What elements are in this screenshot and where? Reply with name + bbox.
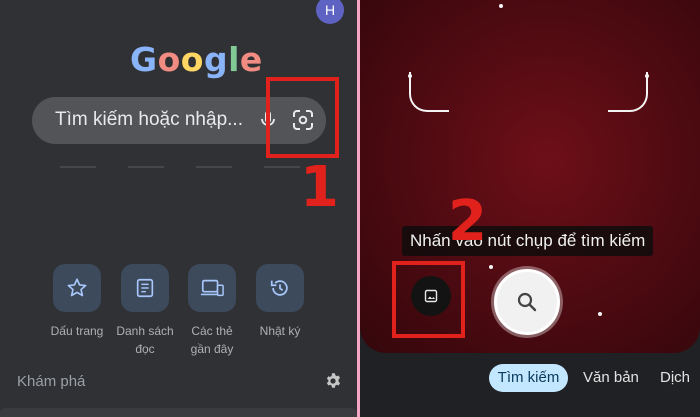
history-icon xyxy=(256,264,304,312)
sparkle-dot xyxy=(489,265,493,269)
annotation-box-2 xyxy=(392,261,465,338)
logo-letter: l xyxy=(228,40,240,79)
viewfinder-corner xyxy=(608,72,648,112)
capture-hint: Nhấn vào nút chụp để tìm kiếm xyxy=(402,226,654,256)
annotation-number-2: 2 xyxy=(448,189,487,254)
shortcut-label: Dấu trang xyxy=(50,324,104,338)
logo-letter: G xyxy=(130,40,158,79)
discover-card xyxy=(0,408,357,417)
search-placeholder: Tìm kiếm hoặc nhập... xyxy=(55,109,243,130)
shutter-search-button[interactable] xyxy=(494,269,560,335)
tab-translate[interactable]: Dịch xyxy=(660,364,690,392)
shortcut-label: Nhật ký xyxy=(259,324,301,338)
google-logo: Google xyxy=(130,40,263,79)
google-lens-panel: Nhấn vào nút chụp để tìm kiếm Tìm kiếm V… xyxy=(360,0,700,417)
sparkle-dot xyxy=(408,74,412,78)
shortcut-reading-list[interactable]: Danh sách đọc xyxy=(115,264,175,358)
shortcut-label: Danh sách đọc xyxy=(116,324,174,356)
sparkle-dot xyxy=(499,4,503,8)
annotation-box-1 xyxy=(266,77,339,158)
devices-icon xyxy=(188,264,236,312)
chrome-new-tab-panel: H Google Tìm kiếm hoặc nhập... Dấu trang xyxy=(0,0,357,417)
shortcut-label: Các thẻ gần đây xyxy=(190,324,234,356)
tab-text[interactable]: Văn bản xyxy=(583,364,639,392)
shortcut-placeholders xyxy=(60,166,330,168)
tab-search[interactable]: Tìm kiếm xyxy=(489,364,568,392)
account-avatar[interactable]: H xyxy=(316,0,344,24)
annotation-number-1: 1 xyxy=(300,155,339,220)
viewfinder-corner xyxy=(409,72,449,112)
avatar-letter: H xyxy=(324,2,336,18)
search-icon xyxy=(517,292,537,312)
shortcut-recent-tabs[interactable]: Các thẻ gần đây xyxy=(182,264,242,358)
reading-list-icon xyxy=(121,264,169,312)
shortcut-bookmarks[interactable]: Dấu trang xyxy=(47,264,107,340)
sparkle-dot xyxy=(598,312,602,316)
shortcut-history[interactable]: Nhật ký xyxy=(250,264,310,340)
logo-letter: o xyxy=(180,40,204,79)
logo-letter: g xyxy=(203,40,229,79)
gear-icon[interactable] xyxy=(324,372,342,390)
logo-letter: e xyxy=(239,40,263,79)
explore-heading: Khám phá xyxy=(17,373,86,390)
star-icon xyxy=(53,264,101,312)
sparkle-dot xyxy=(645,74,649,78)
screenshot: H Google Tìm kiếm hoặc nhập... Dấu trang xyxy=(0,0,700,417)
logo-letter: o xyxy=(157,40,181,79)
